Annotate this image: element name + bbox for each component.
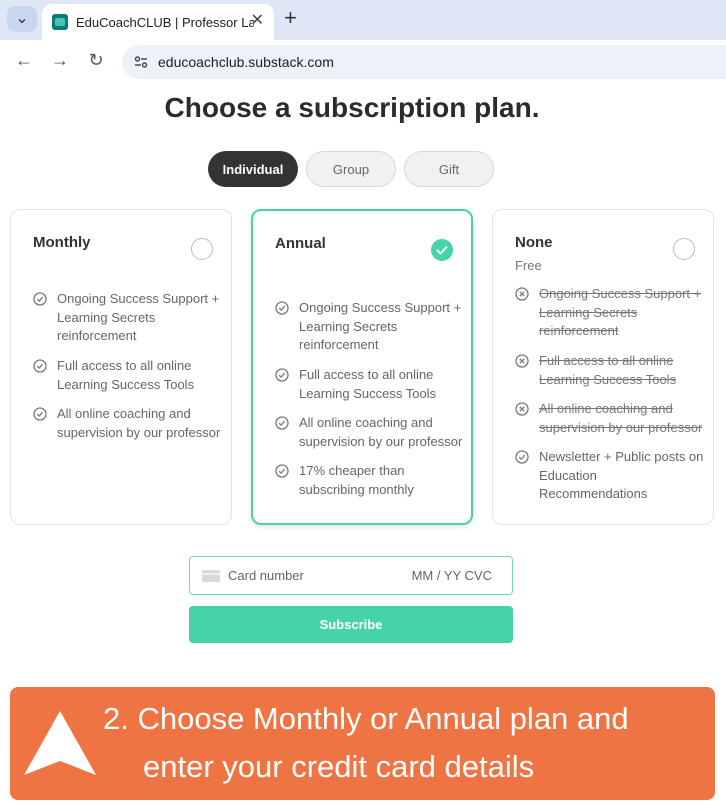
plan-feature: Ongoing Success Support + Learning Secre…	[275, 299, 465, 355]
checkmark-icon	[436, 245, 448, 255]
site-favicon-icon	[52, 14, 68, 30]
segment-gift[interactable]: Gift	[404, 151, 494, 187]
new-tab-plus-icon[interactable]: +	[284, 6, 297, 30]
feature-text: All online coaching and supervision by o…	[57, 406, 221, 440]
plan-feature: Ongoing Success Support + Learning Secre…	[515, 285, 705, 341]
plan-card-monthly[interactable]: Monthly Ongoing Success Support + Learni…	[10, 209, 232, 525]
check-circle-icon	[275, 416, 289, 430]
check-circle-icon	[275, 301, 289, 315]
check-circle-icon	[33, 292, 47, 306]
plan-name: Annual	[275, 235, 326, 252]
plan-radio-unchecked[interactable]	[673, 238, 695, 260]
subscribe-button[interactable]: Subscribe	[189, 606, 513, 643]
back-arrow-icon[interactable]: ←	[12, 50, 36, 71]
plan-feature: Newsletter + Public posts on Education R…	[515, 448, 705, 504]
card-number-placeholder: Card number	[228, 568, 304, 583]
plan-name: None	[515, 234, 553, 251]
feature-text: All online coaching and supervision by o…	[299, 415, 463, 449]
chevron-down-icon: ⌄	[15, 10, 29, 27]
feature-text: Full access to all online Learning Succe…	[539, 353, 677, 387]
plan-feature: Full access to all online Learning Succe…	[33, 357, 223, 394]
plan-feature: All online coaching and supervision by o…	[515, 400, 705, 437]
site-settings-icon[interactable]	[134, 55, 148, 69]
check-circle-icon	[33, 407, 47, 421]
segment-individual[interactable]: Individual	[208, 151, 298, 187]
feature-text: Ongoing Success Support + Learning Secre…	[299, 300, 462, 352]
plan-price: Free	[515, 258, 542, 273]
plan-feature: All online coaching and supervision by o…	[33, 405, 223, 442]
plan-card-none[interactable]: None Free Ongoing Success Support + Lear…	[492, 209, 714, 525]
page-title: Choose a subscription plan.	[164, 92, 540, 123]
feature-text: 17% cheaper than subscribing monthly	[299, 463, 414, 497]
feature-text: Ongoing Success Support + Learning Secre…	[57, 291, 220, 343]
expiry-cvc-placeholder[interactable]: MM / YY CVC	[412, 568, 492, 583]
close-icon[interactable]: ✕	[251, 13, 264, 29]
instruction-banner: 2. Choose Monthly or Annual plan and ent…	[10, 687, 715, 800]
browser-tab-strip: ⌄ EduCoachCLUB | Professor Lan ✕ +	[0, 0, 726, 40]
browser-tab-active[interactable]: EduCoachCLUB | Professor Lan ✕	[42, 4, 274, 40]
feature-text: All online coaching and supervision by o…	[539, 401, 703, 435]
address-bar[interactable]: educoachclub.substack.com	[122, 45, 726, 79]
credit-card-icon	[202, 569, 220, 582]
feature-text: Newsletter + Public posts on Education R…	[539, 449, 704, 501]
check-circle-icon	[515, 450, 529, 464]
plan-feature: 17% cheaper than subscribing monthly	[275, 462, 465, 499]
check-circle-icon	[275, 464, 289, 478]
card-number-field[interactable]: Card number MM / YY CVC	[189, 556, 513, 595]
feature-text: Full access to all online Learning Succe…	[299, 367, 437, 401]
check-circle-icon	[275, 368, 289, 382]
plan-feature: Ongoing Success Support + Learning Secre…	[33, 290, 223, 346]
tab-search-button[interactable]: ⌄	[7, 6, 37, 32]
plan-feature: Full access to all online Learning Succe…	[515, 352, 705, 389]
check-circle-icon	[33, 359, 47, 373]
plan-feature: All online coaching and supervision by o…	[275, 414, 465, 451]
segment-group[interactable]: Group	[306, 151, 396, 187]
banner-line-2: enter your credit card details	[143, 749, 535, 784]
banner-line-1: 2. Choose Monthly or Annual plan and	[103, 701, 629, 736]
feature-text: Ongoing Success Support + Learning Secre…	[539, 286, 702, 338]
reload-icon[interactable]: ↻	[84, 50, 108, 71]
plan-card-annual[interactable]: Annual Ongoing Success Support + Learnin…	[251, 209, 473, 525]
plan-name: Monthly	[33, 234, 91, 251]
tab-title: EduCoachCLUB | Professor Lan	[76, 14, 254, 30]
arrow-up-icon	[24, 711, 96, 775]
url-text: educoachclub.substack.com	[158, 54, 334, 70]
plan-radio-checked[interactable]	[431, 239, 453, 261]
x-circle-icon	[515, 287, 529, 301]
browser-toolbar: ← → ↻ educoachclub.substack.com	[0, 40, 726, 84]
x-circle-icon	[515, 354, 529, 368]
plan-radio-unchecked[interactable]	[191, 238, 213, 260]
plan-feature: Full access to all online Learning Succe…	[275, 366, 465, 403]
feature-text: Full access to all online Learning Succe…	[57, 358, 195, 392]
forward-arrow-icon[interactable]: →	[48, 50, 72, 71]
x-circle-icon	[515, 402, 529, 416]
